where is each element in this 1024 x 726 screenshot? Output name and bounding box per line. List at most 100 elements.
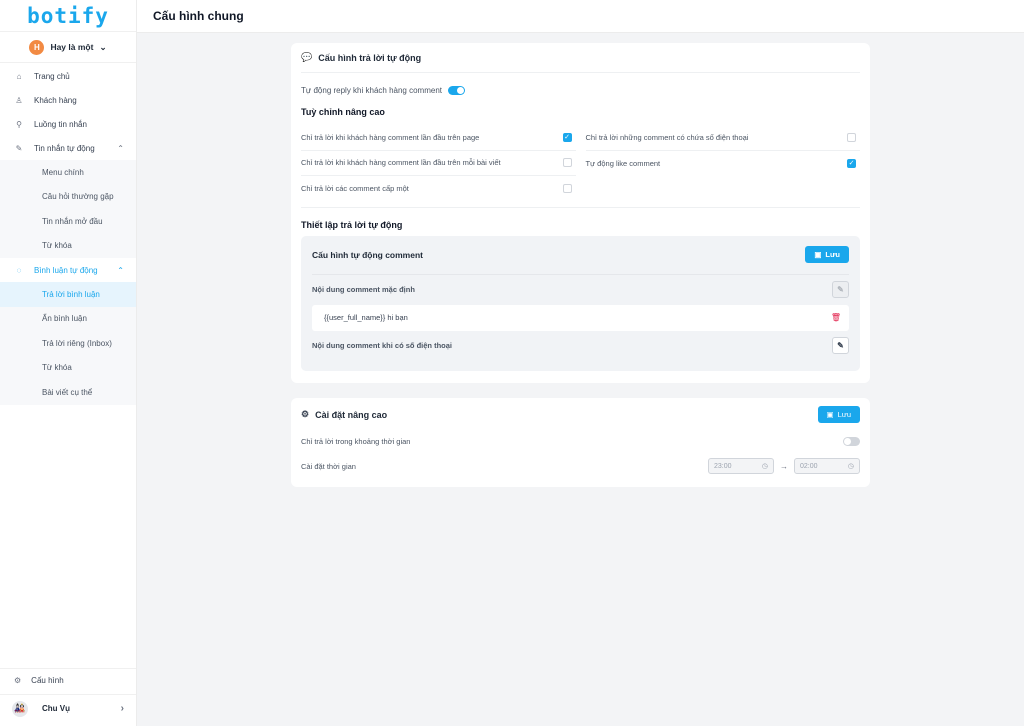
checkbox-first-comment-post[interactable]	[562, 158, 572, 168]
checkbox-phone-comments[interactable]	[847, 132, 856, 142]
sidebar-subitem-hide-comment[interactable]: Ẩn bình luận	[0, 307, 136, 332]
chevron-up-icon: ⌃	[117, 265, 124, 275]
phone-comment-row: Nội dung comment khi có số điện thoại ✎	[312, 333, 849, 359]
workspace-name: Hay là một	[50, 42, 94, 52]
save-icon: ▣	[826, 410, 834, 419]
advanced-settings-header: ⚙ Cài đặt nâng cao ▣ Lưu	[301, 398, 860, 431]
logo[interactable]: botify	[0, 0, 136, 32]
auto-reply-toggle[interactable]	[447, 85, 465, 95]
avatar: 🎎	[12, 700, 28, 717]
option-label: Chỉ trả lời khi khách hàng comment lần đ…	[301, 158, 501, 168]
sidebar-item-customers[interactable]: ♙ Khách hàng	[0, 88, 136, 112]
option-label: Chỉ trả lời các comment cấp một	[301, 184, 409, 194]
trash-icon[interactable]: 🗑	[831, 313, 841, 322]
default-comment-row: Nội dung comment mặc định ✎	[312, 277, 849, 303]
sidebar-subitem-faq[interactable]: Câu hỏi thường gặp	[0, 185, 136, 210]
default-comment-value: {{user_full_name}} hi bạn	[324, 313, 408, 322]
flow-icon: ⚲	[16, 119, 22, 129]
auto-setup-title: Thiết lập trả lời tự động	[301, 219, 403, 230]
chevron-right-icon: ›	[120, 703, 124, 714]
time-window-label: Chỉ trả lời trong khoảng thời gian	[301, 436, 411, 446]
options-right-column: Chỉ trả lời những comment có chứa số điệ…	[585, 125, 861, 202]
end-time-input[interactable]: 02:00 ◷	[794, 458, 860, 474]
option-label: Chỉ trả lời những comment có chứa số điệ…	[585, 132, 749, 142]
comment-config-title: Cấu hình tự động comment	[312, 249, 423, 260]
arrow-right-icon: →	[780, 461, 788, 471]
gear-icon: ⚙	[301, 409, 310, 419]
sidebar-item-settings[interactable]: ⚙ Cấu hình	[0, 668, 136, 692]
page-header: Cấu hình chung	[137, 0, 1024, 33]
checkbox-auto-like[interactable]: ✓	[847, 158, 856, 168]
time-window-toggle[interactable]	[843, 436, 860, 446]
sidebar-subitem-main-menu[interactable]: Menu chính	[0, 160, 136, 185]
chat-icon: 💬	[301, 52, 313, 62]
edit-default-comment-button[interactable]: ✎	[832, 281, 849, 298]
option-first-comment-post: Chỉ trả lời khi khách hàng comment lần đ…	[301, 151, 576, 176]
page-title: Cấu hình chung	[153, 9, 244, 23]
divider	[312, 273, 849, 275]
option-label: Chỉ trả lời khi khách hàng comment lần đ…	[301, 132, 480, 142]
option-phone-comments: Chỉ trả lời những comment có chứa số điệ…	[585, 125, 860, 151]
time-window-row: Chỉ trả lời trong khoảng thời gian	[301, 431, 860, 451]
option-auto-like: Tự động like comment ✓	[586, 151, 861, 177]
checkbox-top-level-comments[interactable]	[562, 184, 572, 194]
chevron-up-icon: ⌃	[117, 143, 124, 153]
edit-phone-comment-button[interactable]: ✎	[832, 337, 849, 354]
start-time-value: 23:00	[714, 462, 732, 470]
auto-reply-title: Cấu hình trả lời tự động	[318, 52, 422, 63]
option-top-level-comments: Chỉ trả lời các comment cấp một	[301, 176, 576, 202]
save-label: Lưu	[825, 250, 840, 259]
pen-icon: ✎	[15, 143, 23, 153]
sidebar-item-label: Cấu hình	[31, 676, 64, 685]
sidebar-nav: ⌂ Trang chủ ♙ Khách hàng ⚲ Luồng tin nhắ…	[0, 64, 136, 405]
start-time-input[interactable]: 23:00 ◷	[708, 458, 774, 474]
sidebar-item-label: Khách hàng	[34, 95, 77, 105]
advanced-options-title: Tuỳ chỉnh nâng cao	[301, 107, 385, 117]
user-menu[interactable]: 🎎 Chu Vụ ›	[0, 694, 136, 722]
sidebar-subitem-keywords[interactable]: Từ khóa	[0, 234, 136, 259]
clock-icon: ◷	[847, 463, 854, 470]
default-comment-label: Nội dung comment mặc định	[312, 285, 415, 294]
save-comment-config-button[interactable]: ▣ Lưu	[805, 246, 849, 263]
option-first-comment-page: Chỉ trả lời khi khách hàng comment lần đ…	[301, 125, 576, 151]
sidebar-item-label: Bình luận tự động	[34, 265, 98, 275]
sidebar-item-label: Luồng tin nhắn	[34, 119, 87, 129]
user-name: Chu Vụ	[42, 704, 70, 713]
workspace-selector[interactable]: H Hay là một ⌄	[0, 32, 136, 63]
sidebar-item-label: Trang chủ	[34, 71, 70, 81]
sidebar-subitem-reply-comment[interactable]: Trả lời bình luận	[0, 282, 136, 307]
time-setting-label: Cài đặt thời gian	[301, 461, 356, 471]
time-setting-row: Cài đặt thời gian 23:00 ◷ → 02:00 ◷	[301, 456, 860, 476]
auto-reply-card: 💬 Cấu hình trả lời tự động Tự động reply…	[291, 43, 870, 383]
advanced-settings-title-wrap: ⚙ Cài đặt nâng cao	[301, 409, 387, 420]
comment-config-panel: Cấu hình tự động comment ▣ Lưu Nội dung …	[301, 235, 860, 371]
workspace-avatar: H	[29, 39, 45, 55]
sidebar-subitem-welcome-message[interactable]: Tin nhắn mở đầu	[0, 209, 136, 234]
time-range: 23:00 ◷ → 02:00 ◷	[708, 458, 860, 474]
save-icon: ▣	[814, 250, 822, 259]
comment-config-header: Cấu hình tự động comment ▣ Lưu	[312, 236, 849, 274]
clock-icon: ◷	[761, 463, 768, 470]
sidebar-item-home[interactable]: ⌂ Trang chủ	[0, 64, 136, 88]
sidebar-subitem-specific-post[interactable]: Bài viết cụ thể	[0, 380, 136, 405]
sidebar-item-label: Tin nhắn tự động	[34, 143, 95, 153]
phone-comment-label: Nội dung comment khi có số điện thoại	[312, 341, 453, 350]
sidebar-item-auto-comment[interactable]: ◌ Bình luận tự động ⌃	[0, 258, 136, 282]
home-icon: ⌂	[16, 71, 22, 81]
end-time-value: 02:00	[800, 462, 818, 470]
sidebar-item-message-flow[interactable]: ⚲ Luồng tin nhắn	[0, 112, 136, 136]
advanced-settings-title: Cài đặt nâng cao	[315, 409, 388, 420]
auto-reply-toggle-label: Tự động reply khi khách hàng comment	[301, 85, 442, 95]
comment-icon: ◌	[16, 265, 22, 275]
sidebar-subitem-private-reply[interactable]: Trả lời riêng (Inbox)	[0, 331, 136, 356]
save-advanced-button[interactable]: ▣ Lưu	[817, 406, 860, 423]
sidebar-item-auto-message[interactable]: ✎ Tin nhắn tự động ⌃	[0, 136, 136, 160]
options-left-column: Chỉ trả lời khi khách hàng comment lần đ…	[301, 125, 576, 202]
auto-reply-toggle-row: Tự động reply khi khách hàng comment	[301, 73, 860, 107]
option-label: Tự động like comment	[585, 158, 661, 168]
sidebar-subitem-comment-keywords[interactable]: Từ khóa	[0, 356, 136, 381]
sidebar: botify H Hay là một ⌄ ⌂ Trang chủ ♙ Khác…	[0, 0, 137, 726]
gear-icon: ⚙	[14, 676, 22, 685]
checkbox-first-comment-page[interactable]: ✓	[562, 132, 572, 142]
auto-comment-submenu: Trả lời bình luận Ẩn bình luận Trả lời r…	[0, 282, 136, 405]
